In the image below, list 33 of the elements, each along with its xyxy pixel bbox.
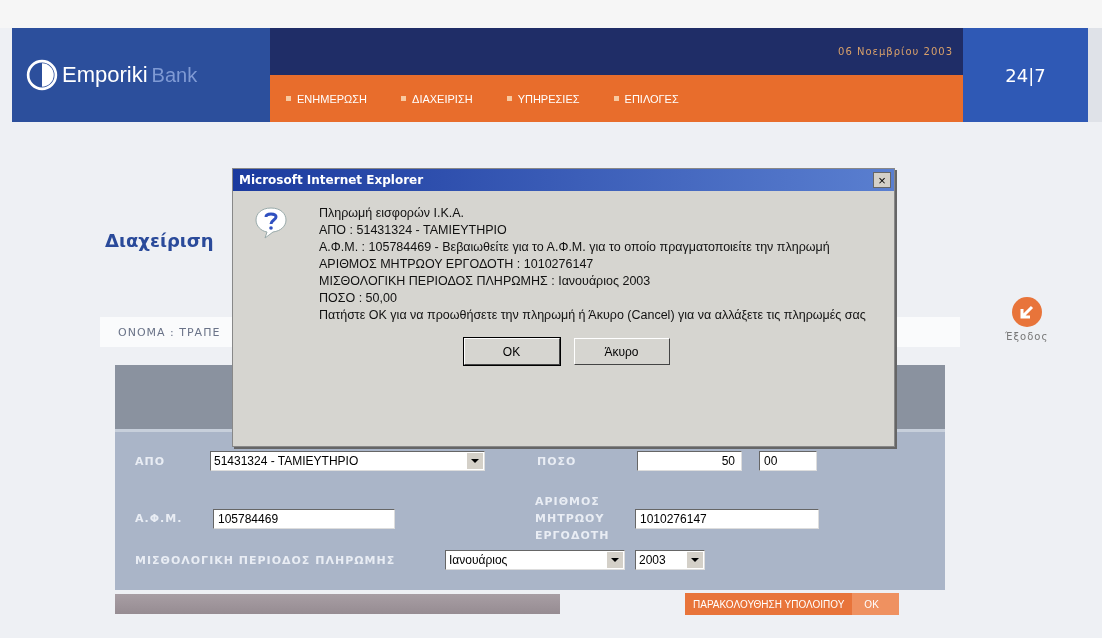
date-text: 06 Νοεμβρίου 2003	[838, 46, 953, 57]
field-label: ΑΡΙΘΜΟΣ ΜΗΤΡΩΟΥ ΕΡΓΟΔΟΤΗ	[535, 494, 611, 544]
cancel-button[interactable]: Άκυρο	[573, 338, 670, 365]
logo-text: Emporiki	[62, 62, 148, 88]
message-line: ΠΟΣΟ : 50,00	[319, 290, 398, 307]
field-label: ΜΙΣΘΟΛΟΓΙΚΗ ΠΕΡΙΟΔΟΣ ΠΛΗΡΩΜΗΣ	[134, 553, 397, 567]
message-line: Α.Φ.Μ. : 105784469 - Βεβαιωθείτε για το Α.Φ.Μ. για το οποίο πραγματοποιείτε την πληρωμή	[319, 239, 831, 256]
scrollbar[interactable]	[1088, 28, 1102, 122]
question-icon	[253, 205, 289, 241]
logo-icon	[26, 59, 58, 91]
exit-link[interactable]: Έξοδος	[1005, 331, 1049, 342]
ok-button[interactable]: OK	[463, 338, 560, 365]
year-select[interactable]: 2003	[635, 550, 705, 570]
page-title: Διαχείριση	[105, 230, 214, 251]
account-select[interactable]: 51431324 - ΤΑΜΙΕΥΤΗΡΙΟ	[210, 451, 485, 471]
dialog-title: Microsoft Internet Explorer	[239, 173, 424, 187]
message-line: ΑΡΙΘΜΟΣ ΜΗΤΡΩΟΥ ΕΡΓΟΔΟΤΗ : 1010276147	[319, 256, 595, 273]
name-label: ΟΝΟΜΑ : ΤΡΑΠΕ	[118, 325, 221, 339]
badge-text: 24|7	[1005, 64, 1046, 86]
afm-field[interactable]: 105784469	[213, 508, 395, 529]
message-line: ΜΙΣΘΟΛΟΓΙΚΗ ΠΕΡΙΟΔΟΣ ΠΛΗΡΩΜΗΣ : Ιανουάριος 2003	[319, 273, 652, 290]
message-line: Πατήστε OK για να προωθήσετε την πληρωμή ή Άκυρο (Cancel) για να αλλάξετε τις πληρωμές σας	[319, 307, 867, 324]
field-label: Α.Φ.Μ.	[134, 512, 184, 525]
cents-field[interactable]: 00	[759, 451, 817, 471]
month-select[interactable]: Ιανουάριος	[445, 550, 625, 570]
message-line: Πληρωμή εισφορών Ι.Κ.Α.	[319, 205, 465, 222]
amount-field[interactable]: 50	[637, 451, 742, 471]
message-line: ΑΠΟ : 51431324 - ΤΑΜΙΕΥΤΗΡΙΟ	[319, 222, 508, 239]
close-button[interactable]: ×	[873, 172, 891, 188]
employer-number-field[interactable]: 1010276147	[635, 508, 819, 529]
logo-suffix: Bank	[151, 63, 198, 87]
field-label: ΑΠΟ	[134, 454, 167, 468]
field-label: ΠΟΣΟ	[536, 454, 578, 468]
